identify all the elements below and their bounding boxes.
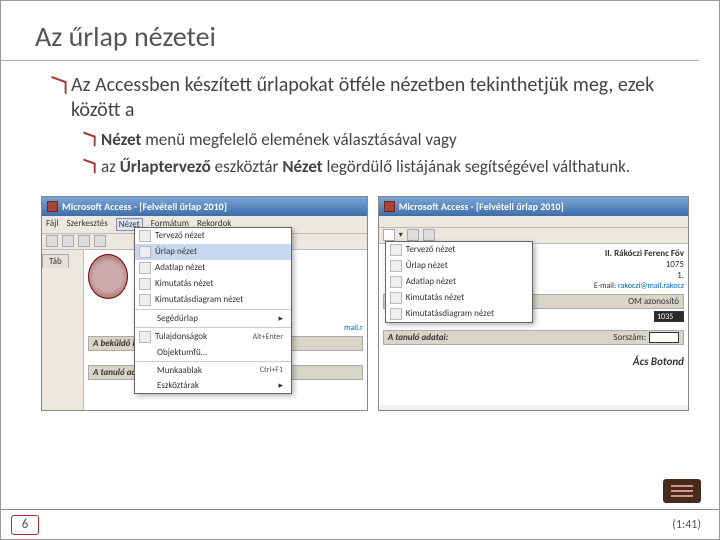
slide-footer: 6 (1:41)	[1, 509, 719, 539]
pivot-view-icon	[139, 278, 151, 290]
page-number: 6	[11, 515, 39, 535]
sorszam-label: Sorszám:	[613, 332, 646, 343]
menu-item-urlap[interactable]: Űrlap nézet	[135, 244, 291, 260]
design-view-icon	[390, 244, 402, 256]
datasheet-view-icon	[390, 276, 402, 288]
tool-icon[interactable]	[94, 235, 106, 247]
section-tanulo-r: A tanuló adatai: Sorszám:	[383, 330, 684, 345]
bullet-sub-1-bold: Nézet	[101, 129, 141, 150]
tool-icon[interactable]	[78, 235, 90, 247]
nezet-menu-dropdown: Tervező nézet Űrlap nézet Adatlap nézet …	[134, 227, 292, 394]
menu-item-eszkoztarak[interactable]: Eszköztárak▸	[135, 378, 291, 393]
bullet-sub-1-tail: menü megfelelő elemének választásával va…	[141, 129, 456, 150]
titlebar-right: Microsoft Access - [Felvételi űrlap 2010…	[379, 197, 688, 216]
screenshot-left: Microsoft Access - [Felvételi űrlap 2010…	[41, 196, 368, 411]
menu-szerkesztes[interactable]: Szerkesztés	[66, 218, 107, 231]
bullet-sub-2-mid: eszköztár	[211, 156, 283, 177]
chevron-down-icon[interactable]: ▾	[399, 230, 403, 240]
design-view-icon	[139, 230, 151, 242]
datasheet-view-icon	[139, 262, 151, 274]
menu-item-tulajdonsagok[interactable]: TulajdonságokAlt+Enter	[135, 329, 291, 345]
bullet-sub-1: Nézet menü megfelelő elemének választásá…	[101, 129, 659, 150]
tool-icon[interactable]	[46, 235, 58, 247]
menu-item-objektumfu[interactable]: Objektumfü…	[135, 345, 291, 360]
bullet-sub-2-tail: legördülő listájának segítségével váltha…	[323, 156, 631, 177]
menu-fajl[interactable]: Fájl	[46, 218, 58, 231]
view-item-kimutatasdiagram[interactable]: Kimutatásdiagram nézet	[386, 306, 532, 322]
email-value: rakoczi@mail.rakocz	[618, 281, 684, 291]
tool-icon[interactable]	[423, 229, 435, 241]
screenshot-right: Microsoft Access - [Felvételi űrlap 2010…	[378, 196, 689, 411]
menu-item-tervezo[interactable]: Tervező nézet	[135, 228, 291, 244]
view-toolbar-dropdown: Tervező nézet Űrlap nézet Adatlap nézet …	[385, 241, 533, 323]
app-title-right: Microsoft Access - [Felvételi űrlap 2010…	[399, 200, 564, 213]
view-button[interactable]	[383, 229, 395, 241]
tool-icon[interactable]	[407, 229, 419, 241]
access-icon	[47, 201, 58, 212]
om-label: OM azonosító	[628, 296, 679, 307]
menu-item-kimutatasdiagram[interactable]: Kimutatásdiagram nézet	[135, 292, 291, 308]
menu-item-adatlap[interactable]: Adatlap nézet	[135, 260, 291, 276]
view-item-kimutatas[interactable]: Kimutatás nézet	[386, 290, 532, 306]
tool-icon[interactable]	[62, 235, 74, 247]
view-item-tervezo[interactable]: Tervező nézet	[386, 242, 532, 258]
pivotchart-view-icon	[390, 308, 402, 320]
sorszam-field[interactable]	[649, 332, 679, 343]
properties-icon	[139, 331, 151, 343]
student-name: Ács Botond	[383, 355, 684, 368]
menu-item-munkaablak[interactable]: MunkaablakCtrl+F1	[135, 363, 291, 378]
bullet-sub-2: az Űrlaptervező eszköztár Nézet legördül…	[101, 156, 659, 177]
view-item-urlap[interactable]: Űrlap nézet	[386, 258, 532, 274]
bullet-main: Az Accessben készített űrlapokat ötféle …	[71, 73, 659, 123]
access-icon	[384, 201, 395, 212]
app-title-left: Microsoft Access - [Felvételi űrlap 2010…	[62, 200, 227, 213]
pivot-view-icon	[390, 292, 402, 304]
nav-icon[interactable]	[663, 479, 701, 503]
bullet-sub-2-pre: az	[101, 156, 120, 177]
titlebar-left: Microsoft Access - [Felvételi űrlap 2010…	[42, 197, 367, 216]
bullet-sub-2-bold2: Nézet	[282, 156, 322, 177]
menubar-right	[379, 216, 688, 228]
menu-item-segedurlap[interactable]: Segédűrlap▸	[135, 311, 291, 326]
pivotchart-view-icon	[139, 294, 151, 306]
form-view-icon	[139, 246, 151, 258]
bullet-sub-2-bold1: Űrlaptervező	[120, 156, 211, 177]
om-value: 1035	[654, 311, 684, 322]
email-label: E-mail:	[594, 281, 616, 291]
slide-time: (1:41)	[672, 518, 701, 532]
view-item-adatlap[interactable]: Adatlap nézet	[386, 274, 532, 290]
slide-title: Az űrlap nézetei	[1, 1, 699, 61]
portrait-image	[88, 254, 128, 299]
menu-item-kimutatas[interactable]: Kimutatás nézet	[135, 276, 291, 292]
left-tab[interactable]: Táb	[42, 254, 69, 268]
form-view-icon	[390, 260, 402, 272]
